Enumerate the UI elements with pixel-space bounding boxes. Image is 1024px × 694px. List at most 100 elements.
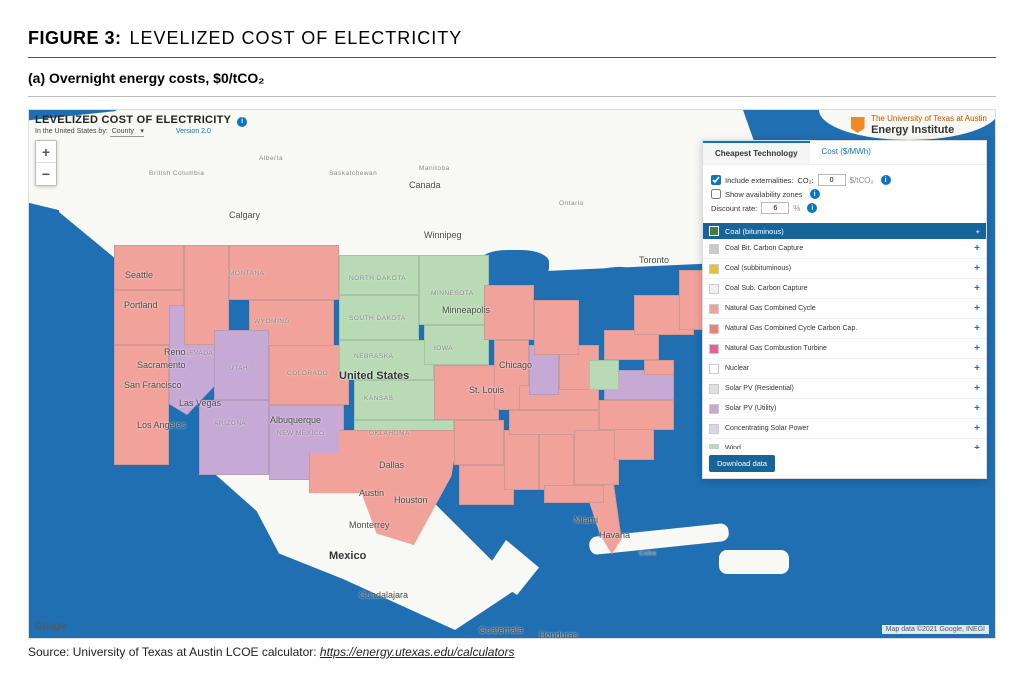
label-portland: Portland bbox=[124, 300, 158, 310]
plus-icon[interactable]: + bbox=[974, 303, 980, 314]
show-zones-checkbox[interactable] bbox=[711, 189, 721, 199]
plus-icon[interactable]: + bbox=[974, 403, 980, 414]
plus-icon[interactable]: + bbox=[974, 243, 980, 254]
plus-icon[interactable]: + bbox=[974, 263, 980, 274]
show-zones-label: Show availability zones bbox=[725, 190, 803, 199]
swatch-icon bbox=[709, 404, 719, 414]
download-data-button[interactable]: Download data bbox=[709, 455, 775, 472]
state-ar bbox=[454, 420, 504, 465]
state-az bbox=[199, 400, 269, 475]
swatch-icon bbox=[709, 424, 719, 434]
label-stlouis: St. Louis bbox=[469, 385, 504, 395]
label-mexico: Mexico bbox=[329, 550, 366, 562]
include-externalities-checkbox[interactable] bbox=[711, 175, 721, 185]
map-title: LEVELIZED COST OF ELECTRICITY bbox=[35, 114, 231, 126]
map-container[interactable]: LEVELIZED COST OF ELECTRICITY i In the U… bbox=[28, 109, 996, 639]
label-miami: Miami bbox=[574, 515, 598, 525]
legend-label: Coal Bit. Carbon Capture bbox=[725, 245, 968, 253]
label-neb: NEBRASKA bbox=[354, 353, 393, 360]
info-icon[interactable]: i bbox=[810, 189, 820, 199]
legend-item[interactable]: Solar PV (Utility) + bbox=[703, 399, 986, 419]
label-mt: MONTANA bbox=[229, 270, 265, 277]
swatch-icon bbox=[709, 364, 719, 374]
swatch-icon bbox=[709, 284, 719, 294]
legend-label: Coal Sub. Carbon Capture bbox=[725, 285, 968, 293]
label-chicago: Chicago bbox=[499, 360, 532, 370]
legend-item[interactable]: Coal Bit. Carbon Capture + bbox=[703, 239, 986, 259]
info-icon[interactable]: i bbox=[807, 203, 817, 213]
land-hispaniola bbox=[719, 550, 789, 574]
source-link[interactable]: https://energy.utexas.edu/calculators bbox=[320, 645, 515, 659]
legend-head[interactable]: Coal (bituminous) + bbox=[703, 223, 986, 239]
label-havana: Havana bbox=[599, 530, 630, 540]
discount-label: Discount rate: bbox=[711, 204, 757, 213]
info-icon[interactable]: i bbox=[881, 175, 891, 185]
label-guatemala: Guatemala bbox=[479, 625, 523, 635]
state-wi bbox=[484, 285, 534, 340]
co2-input[interactable] bbox=[818, 174, 846, 186]
legend-label: Nuclear bbox=[725, 365, 968, 373]
discount-unit: % bbox=[793, 204, 800, 213]
legend-item[interactable]: Concentrating Solar Power+ bbox=[703, 419, 986, 439]
legend-label: Natural Gas Combined Cycle Carbon Cap. bbox=[725, 325, 968, 333]
include-ext-label: Include externalities: bbox=[725, 176, 793, 185]
state-wv bbox=[589, 360, 619, 390]
label-ontario: Ontario bbox=[559, 200, 584, 207]
legend-item[interactable]: Coal Sub. Carbon Capture + bbox=[703, 279, 986, 299]
label-az: ARIZONA bbox=[214, 420, 246, 427]
label-reno: Reno bbox=[164, 347, 186, 357]
info-icon[interactable]: i bbox=[237, 117, 247, 127]
tab-cheapest[interactable]: Cheapest Technology bbox=[703, 141, 810, 164]
plus-icon[interactable]: + bbox=[974, 423, 980, 434]
label-dallas: Dallas bbox=[379, 460, 404, 470]
brand-line1: The University of Texas at Austin bbox=[871, 114, 987, 123]
legend-item[interactable]: Natural Gas Combustion Turbine + bbox=[703, 339, 986, 359]
map-subprefix: In the United States by: bbox=[35, 128, 108, 135]
legend-label: Solar PV (Utility) bbox=[725, 405, 968, 413]
label-houston: Houston bbox=[394, 495, 428, 505]
google-logo: Google bbox=[35, 621, 67, 632]
scope-select[interactable]: County bbox=[110, 127, 144, 137]
figure-subtitle: (a) Overnight energy costs, $0/tCO₂ bbox=[28, 70, 996, 86]
label-ut: UTAH bbox=[229, 365, 248, 372]
figure-heading: FIGURE 3: LEVELIZED COST OF ELECTRICITY bbox=[28, 28, 996, 49]
swatch-icon bbox=[709, 324, 719, 334]
plus-icon[interactable]: + bbox=[974, 343, 980, 354]
legend-item[interactable]: Nuclear + bbox=[703, 359, 986, 379]
legend-item[interactable]: Natural Gas Combined Cycle + bbox=[703, 299, 986, 319]
plus-icon[interactable]: + bbox=[974, 383, 980, 394]
map-version: Version 2.0 bbox=[176, 128, 211, 135]
control-panel: Cheapest Technology Cost ($/MWh) Include… bbox=[702, 140, 987, 479]
plus-icon[interactable]: + bbox=[976, 227, 980, 236]
label-ks: KANSAS bbox=[364, 395, 393, 402]
zoom-in-button[interactable]: + bbox=[36, 141, 56, 163]
discount-input[interactable] bbox=[761, 202, 789, 214]
legend-label: Natural Gas Combined Cycle bbox=[725, 305, 968, 313]
swatch-icon bbox=[709, 304, 719, 314]
plus-icon[interactable]: + bbox=[974, 443, 980, 449]
label-ia: IOWA bbox=[434, 345, 453, 352]
label-minneapolis: Minneapolis bbox=[442, 305, 490, 315]
source-prefix: Source: University of Texas at Austin LC… bbox=[28, 645, 320, 659]
label-monterrey: Monterrey bbox=[349, 520, 390, 530]
plus-icon[interactable]: + bbox=[974, 283, 980, 294]
legend-item[interactable]: Coal (subbituminous)+ bbox=[703, 259, 986, 279]
label-ok: OKLAHOMA bbox=[369, 430, 410, 437]
label-sask: Saskatchewan bbox=[329, 170, 377, 177]
state-al bbox=[539, 430, 574, 490]
legend-item[interactable]: Solar PV (Residential)+ bbox=[703, 379, 986, 399]
zoom-out-button[interactable]: − bbox=[36, 163, 56, 185]
legend-item[interactable]: Wind+ bbox=[703, 439, 986, 449]
label-lv: Las Vegas bbox=[179, 398, 221, 408]
plus-icon[interactable]: + bbox=[974, 323, 980, 334]
source-line: Source: University of Texas at Austin LC… bbox=[28, 645, 996, 659]
label-nm: NEW MEXICO bbox=[277, 430, 325, 437]
legend-item[interactable]: Natural Gas Combined Cycle Carbon Cap. + bbox=[703, 319, 986, 339]
plus-icon[interactable]: + bbox=[974, 363, 980, 374]
state-ga bbox=[574, 430, 619, 485]
tab-cost[interactable]: Cost ($/MWh) bbox=[810, 141, 883, 164]
brand: The University of Texas at Austin Energy… bbox=[851, 114, 987, 136]
state-mi bbox=[534, 300, 579, 355]
legend-label: Natural Gas Combustion Turbine bbox=[725, 345, 968, 353]
figure-number: FIGURE 3: bbox=[28, 28, 122, 49]
